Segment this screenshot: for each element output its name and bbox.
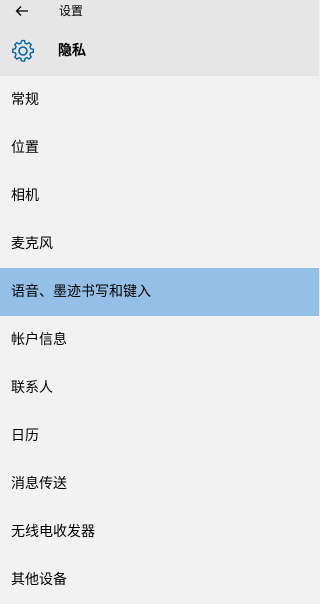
title-bar: 设置	[0, 0, 319, 24]
nav-item-label: 其他设备	[11, 572, 67, 588]
nav-item-microphone[interactable]: 麦克风	[0, 220, 319, 268]
nav-item-label: 常规	[11, 92, 39, 108]
nav-item-calendar[interactable]: 日历	[0, 412, 319, 460]
app-title: 设置	[59, 4, 84, 18]
nav-item-label: 帐户信息	[11, 332, 67, 348]
nav-item-location[interactable]: 位置	[0, 124, 319, 172]
nav-item-camera[interactable]: 相机	[0, 172, 319, 220]
gear-icon	[10, 38, 36, 64]
nav-item-label: 麦克风	[11, 236, 53, 252]
nav-item-account-info[interactable]: 帐户信息	[0, 316, 319, 364]
nav-item-label: 相机	[11, 188, 39, 204]
nav-item-label: 日历	[11, 428, 39, 444]
page-title: 隐私	[58, 43, 86, 59]
privacy-nav-list: 常规 位置 相机 麦克风 语音、墨迹书写和键入 帐户信息 联系人 日历 消息传送…	[0, 76, 319, 604]
nav-item-label: 无线电收发器	[11, 524, 95, 540]
nav-item-label: 语音、墨迹书写和键入	[11, 284, 151, 300]
nav-item-other-devices[interactable]: 其他设备	[0, 556, 319, 604]
nav-item-messaging[interactable]: 消息传送	[0, 460, 319, 508]
nav-item-label: 消息传送	[11, 476, 67, 492]
back-button[interactable]	[8, 1, 36, 21]
back-arrow-icon	[15, 5, 29, 17]
nav-item-speech-inking-typing[interactable]: 语音、墨迹书写和键入	[0, 268, 319, 316]
nav-item-label: 联系人	[11, 380, 53, 396]
nav-item-label: 位置	[11, 140, 39, 156]
nav-item-general[interactable]: 常规	[0, 76, 319, 124]
nav-item-contacts[interactable]: 联系人	[0, 364, 319, 412]
nav-item-radios[interactable]: 无线电收发器	[0, 508, 319, 556]
page-header: 隐私	[0, 24, 319, 76]
